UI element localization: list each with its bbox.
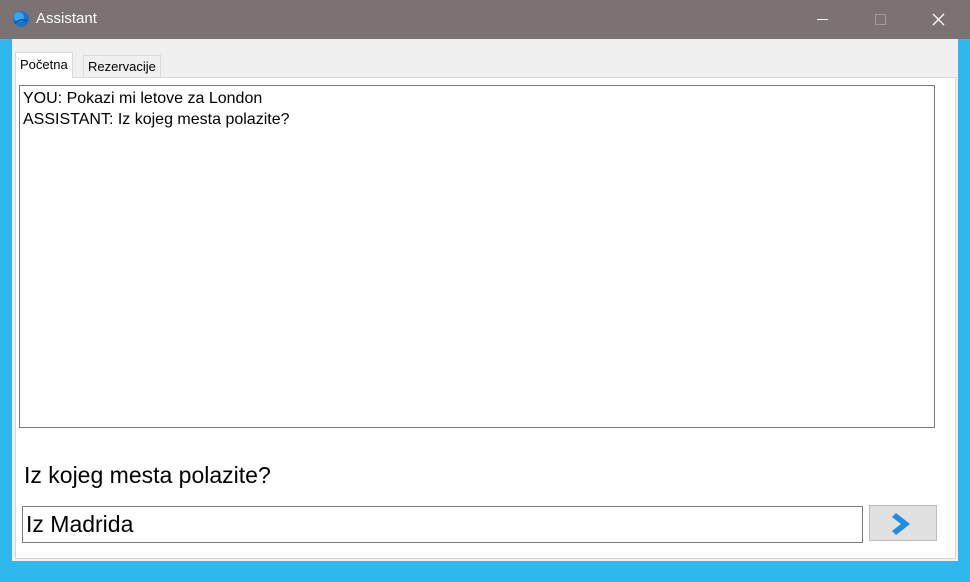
minimize-icon [817,19,828,20]
minimize-button[interactable] [794,0,852,39]
tab-rezervacije[interactable]: Rezervacije [83,55,161,78]
maximize-icon [875,14,886,25]
reply-input[interactable] [22,506,863,543]
tab-pocetna[interactable]: Početna [15,52,73,78]
app-window: Assistant Rezervacije Početna YOU: Pokaz… [0,0,970,582]
assistant-question-label: Iz kojeg mesta polazite? [24,462,271,488]
assistant-globe-icon [12,10,30,28]
maximize-button[interactable] [852,0,910,39]
close-icon [932,13,945,26]
client-area: Rezervacije Početna YOU: Pokazi mi letov… [12,39,958,561]
chevron-right-icon [892,513,910,535]
title-bar[interactable]: Assistant [0,0,970,39]
window-title: Assistant [36,10,97,27]
chat-log[interactable]: YOU: Pokazi mi letove za London ASSISTAN… [19,85,935,428]
chat-message: ASSISTANT: Iz kojeg mesta polazite? [23,111,290,128]
close-button[interactable] [910,0,968,39]
send-button[interactable] [869,505,937,541]
chat-message: YOU: Pokazi mi letove za London [23,90,263,107]
